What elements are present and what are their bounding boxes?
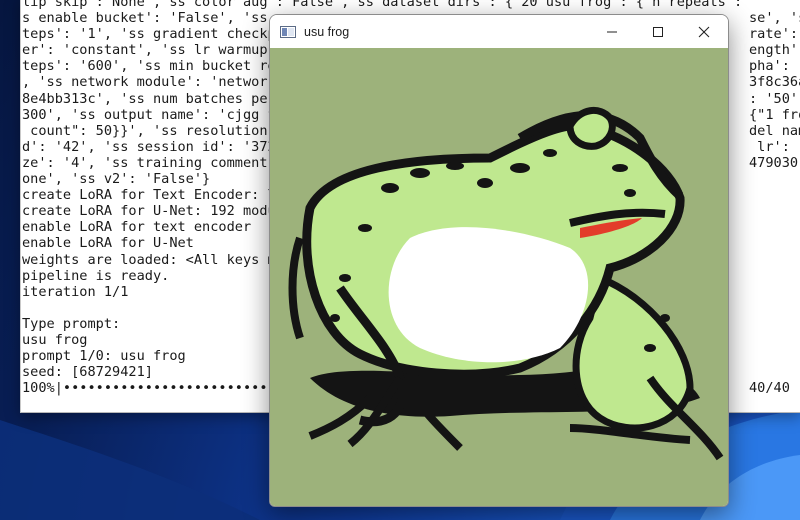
terminal-line-right: [741, 203, 800, 219]
close-button[interactable]: [681, 15, 727, 48]
window-title: usu frog: [304, 24, 350, 39]
terminal-line-right: [741, 364, 800, 380]
minimize-button[interactable]: [589, 15, 635, 48]
terminal-line-right: [741, 284, 800, 300]
terminal-line-right: [741, 300, 800, 316]
maximize-button[interactable]: [635, 15, 681, 48]
terminal-line-right: {"1 frog": [749, 106, 800, 123]
terminal-line-right: 479030.65: [749, 154, 800, 171]
terminal-line-right: 3f8c36a2f: [749, 74, 800, 91]
window-titlebar[interactable]: usu frog: [270, 15, 728, 48]
terminal-line-right: [741, 235, 800, 251]
minimize-icon: [607, 31, 617, 32]
terminal-line-right: pha': '1': [749, 58, 800, 75]
terminal-line-right: [741, 316, 800, 332]
terminal-output-right: se', 'ssrate':ength':pha': '1'3f8c36a2f:…: [741, 0, 800, 397]
terminal-line-right: [741, 268, 800, 284]
terminal-line-right: [741, 187, 800, 203]
close-icon: [698, 26, 710, 37]
terminal-line-right: ength':: [749, 42, 800, 59]
image-viewer-window[interactable]: usu frog: [269, 14, 729, 507]
terminal-line-right: [741, 252, 800, 268]
terminal-line-right: rate':: [749, 26, 799, 43]
terminal-line-right: se', 'ss: [749, 10, 800, 27]
terminal-line-right: 40/40 [0: [749, 380, 800, 397]
image-window-icon: [280, 25, 296, 38]
terminal-line-right: [741, 332, 800, 348]
terminal-line-right: del name': [749, 122, 800, 139]
maximize-icon: [653, 26, 663, 37]
image-canvas: [270, 48, 728, 506]
terminal-line-right: [741, 219, 800, 235]
terminal-line-right: : '50',: [749, 90, 800, 107]
terminal-line-right: lr': 'No: [757, 138, 800, 155]
terminal-line-right: [741, 171, 800, 187]
frog-illustration: [288, 107, 724, 461]
terminal-line-right: [741, 0, 800, 10]
terminal-line: lip skip : None , ss color aug : False ,…: [22, 0, 775, 10]
terminal-line-right: [741, 348, 800, 364]
